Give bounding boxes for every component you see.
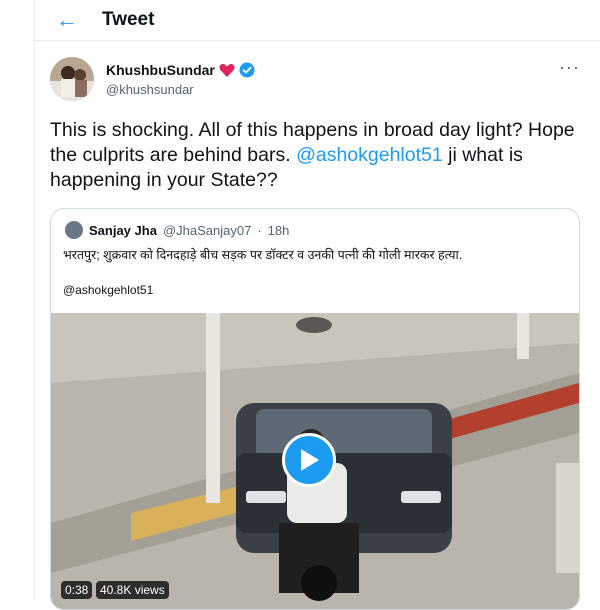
author-handle[interactable]: @khushsundar bbox=[106, 82, 194, 97]
quoted-separator: · bbox=[257, 222, 262, 238]
tweet-text: This is shocking. All of this happens in… bbox=[50, 118, 580, 193]
video-views-badge: 40.8K views bbox=[96, 581, 169, 599]
page-title: Tweet bbox=[102, 9, 155, 30]
avatar[interactable] bbox=[50, 57, 94, 101]
play-button[interactable] bbox=[282, 433, 336, 487]
quoted-author-handle: @JhaSanjay07 bbox=[162, 222, 252, 238]
video-player[interactable]: 0:38 40.8K views bbox=[51, 313, 579, 609]
quoted-tweet-header: Sanjay Jha @JhaSanjay07 · 18h bbox=[65, 221, 289, 239]
tweet-mention-link[interactable]: @ashokgehlot51 bbox=[296, 144, 443, 166]
more-options-icon[interactable]: ··· bbox=[559, 57, 580, 78]
quoted-mention: @ashokgehlot51 bbox=[63, 283, 154, 297]
quoted-author-name: Sanjay Jha bbox=[89, 222, 157, 238]
quoted-tweet-text: भरतपुर; शुक्रवार को दिनदहाड़े बीच सड़क प… bbox=[63, 248, 463, 262]
quoted-time: 18h bbox=[267, 222, 290, 238]
video-duration-badge: 0:38 bbox=[61, 581, 93, 599]
author-name-line: KhushbuSundar bbox=[106, 62, 255, 78]
page-header: ← Tweet bbox=[35, 0, 600, 41]
back-arrow-icon[interactable]: ← bbox=[53, 6, 81, 34]
verified-badge-icon bbox=[239, 62, 255, 78]
avatar-photo bbox=[50, 57, 94, 101]
left-gutter bbox=[0, 0, 35, 600]
play-icon bbox=[301, 449, 319, 471]
tweet-author: KhushbuSundar @khushsundar ··· bbox=[50, 57, 590, 103]
quoted-tweet[interactable]: Sanjay Jha @JhaSanjay07 · 18h भरतपुर; शु… bbox=[50, 208, 580, 610]
author-name[interactable]: KhushbuSundar bbox=[106, 62, 215, 78]
heart-icon bbox=[219, 63, 235, 77]
quoted-avatar bbox=[65, 221, 83, 239]
